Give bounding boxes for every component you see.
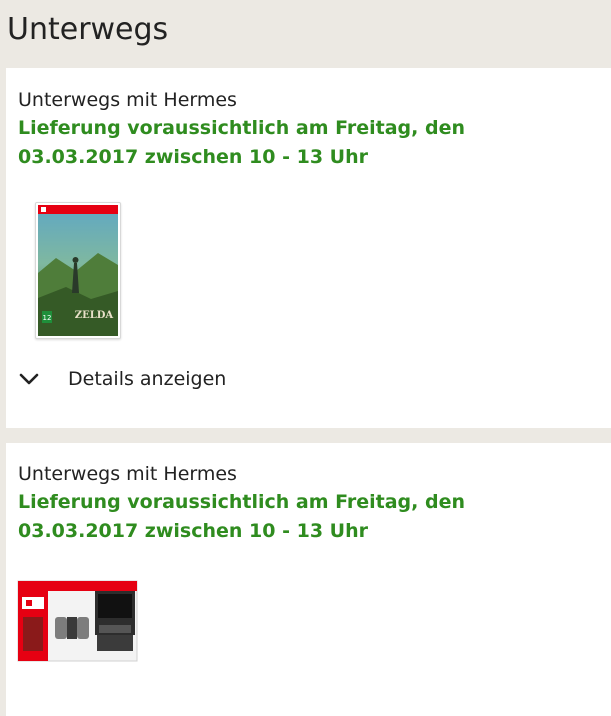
delivery-line-1: Lieferung voraussichtlich am Freitag, de… (18, 117, 466, 139)
delivery-estimate: Lieferung voraussichtlich am Freitag, de… (18, 488, 488, 546)
svg-text:12: 12 (43, 314, 52, 322)
carrier-label: Unterwegs mit Hermes (18, 463, 237, 485)
delivery-line-2: 03.03.2017 zwischen 10 - 13 Uhr (18, 520, 368, 542)
chevron-down-icon (19, 373, 39, 385)
shipment-card: Unterwegs mit Hermes Lieferung voraussic… (6, 443, 611, 716)
svg-text:ZELDA: ZELDA (75, 310, 114, 321)
delivery-line-2: 03.03.2017 zwischen 10 - 13 Uhr (18, 146, 368, 168)
details-toggle[interactable]: Details anzeigen (18, 368, 226, 390)
delivery-line-1: Lieferung voraussichtlich am Freitag, de… (18, 491, 466, 513)
product-image-zelda[interactable]: 12 ZELDA (35, 202, 121, 339)
nintendo-switch-box-icon (17, 580, 138, 662)
product-image-switch[interactable] (17, 577, 138, 664)
page-title: Unterwegs (7, 12, 169, 47)
zelda-game-cover-icon: 12 ZELDA (38, 205, 118, 336)
details-label: Details anzeigen (68, 368, 227, 390)
shipment-card: Unterwegs mit Hermes Lieferung voraussic… (6, 68, 611, 428)
delivery-estimate: Lieferung voraussichtlich am Freitag, de… (18, 114, 488, 172)
carrier-label: Unterwegs mit Hermes (18, 89, 237, 111)
